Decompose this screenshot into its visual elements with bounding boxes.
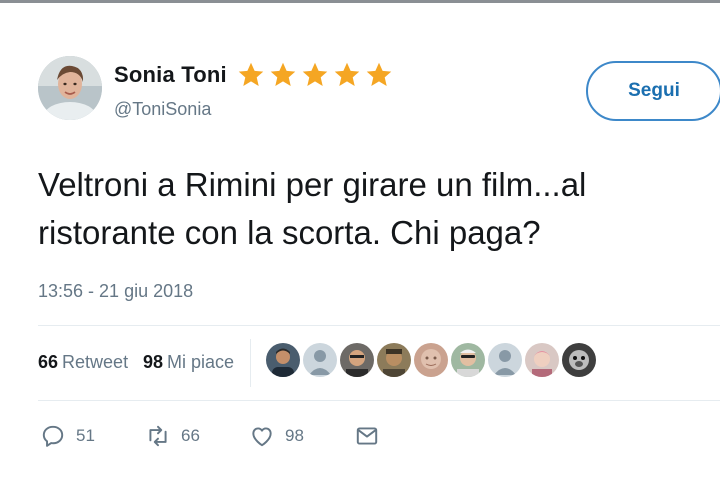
tweet-timestamp[interactable]: 13:56 - 21 giu 2018	[38, 281, 193, 302]
retweet-stat[interactable]: 66 Retweet	[38, 352, 128, 373]
liker-avatar[interactable]	[488, 343, 522, 377]
reply-icon	[42, 425, 64, 447]
retweet-icon	[149, 425, 167, 447]
liker-avatar[interactable]	[562, 343, 596, 377]
liker-avatar[interactable]	[414, 343, 448, 377]
divider	[38, 325, 720, 326]
heart-icon	[252, 427, 272, 447]
user-handle[interactable]: @ToniSonia	[114, 99, 211, 120]
retweet-count: 66	[181, 426, 200, 445]
star-icon	[334, 62, 360, 86]
tweet-card: Sonia Toni @ToniSonia Segui Veltroni a R…	[0, 3, 720, 495]
avatar-image	[38, 56, 102, 120]
liker-avatar[interactable]	[525, 343, 559, 377]
user-name[interactable]: Sonia Toni	[114, 62, 227, 88]
reply-count: 51	[76, 426, 95, 445]
like-count: 98	[285, 426, 304, 445]
like-action[interactable]: 98	[249, 423, 304, 449]
star-icon	[238, 62, 264, 86]
tweet-text: Veltroni a Rimini per girare un film...a…	[38, 166, 587, 251]
liker-avatar[interactable]	[377, 343, 411, 377]
likes-stat[interactable]: 98 Mi piace	[143, 352, 234, 373]
liker-avatar[interactable]	[340, 343, 374, 377]
liker-avatar[interactable]	[451, 343, 485, 377]
retweet-stat-count: 66	[38, 352, 59, 372]
likes-stat-count: 98	[143, 352, 164, 372]
star-icon	[270, 62, 296, 86]
stats-separator	[250, 339, 251, 387]
reply-action[interactable]: 51	[40, 423, 95, 449]
retweet-stat-label: Retweet	[62, 352, 129, 372]
likers-avatars	[266, 343, 599, 377]
follow-button[interactable]: Segui	[586, 61, 720, 121]
star-emoji-group	[237, 61, 397, 89]
name-row: Sonia Toni	[114, 61, 397, 89]
user-avatar[interactable]	[38, 56, 102, 120]
star-icon	[366, 62, 392, 86]
divider	[38, 400, 720, 401]
liker-avatar[interactable]	[266, 343, 300, 377]
retweet-action[interactable]: 66	[145, 423, 200, 449]
envelope-icon	[356, 427, 378, 445]
star-icon	[302, 62, 328, 86]
liker-avatar[interactable]	[303, 343, 337, 377]
likes-stat-label: Mi piace	[167, 352, 235, 372]
direct-message-action[interactable]	[354, 423, 390, 449]
